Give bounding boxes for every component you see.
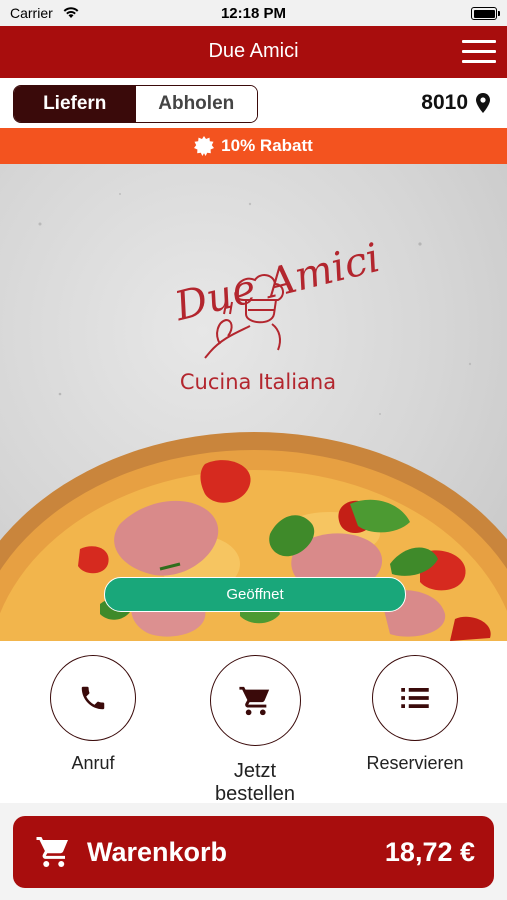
cart-footer: Warenkorb 18,72 €: [0, 803, 507, 900]
hero-image: Due Amici Cucina Italiana: [0, 193, 507, 641]
phone-icon: [81, 686, 105, 710]
call-label: Anruf: [71, 753, 115, 773]
delivery-mode-toggle: Liefern Abholen: [13, 85, 258, 123]
cart-button[interactable]: Warenkorb 18,72 €: [13, 816, 494, 888]
postal-code: 8010: [421, 91, 468, 114]
discount-badge-icon: [194, 136, 215, 156]
restaurant-logo: Due Amici Cucina Italiana: [169, 235, 384, 394]
reserve-button[interactable]: Reservieren: [365, 655, 465, 774]
status-bar: Carrier 12:18 PM: [0, 0, 507, 26]
delivery-mode-row: Liefern Abholen 8010: [0, 80, 507, 128]
nav-bar: Due Amici: [0, 26, 507, 78]
logo-script: Due Amici: [169, 235, 384, 330]
quick-actions: Anruf Jetzt bestellen Reservieren: [0, 641, 507, 806]
clock: 12:18 PM: [220, 5, 287, 22]
deliver-tab[interactable]: Liefern: [14, 86, 136, 122]
cart-icon: [36, 837, 68, 867]
cart-icon: [239, 686, 270, 715]
discount-text: 10% Rabatt: [221, 136, 313, 155]
list-icon: [401, 688, 429, 708]
reserve-label: Reservieren: [366, 753, 464, 773]
postal-code-selector[interactable]: 8010: [421, 91, 490, 115]
hero-banner: Due Amici Cucina Italiana Geöffnet: [0, 164, 507, 641]
reserve-button-circle: [372, 655, 458, 741]
location-pin-icon: [476, 93, 490, 113]
page-title: Due Amici: [208, 40, 299, 62]
hamburger-menu-icon[interactable]: [462, 40, 496, 64]
battery-icon: [471, 7, 500, 20]
pickup-tab[interactable]: Abholen: [135, 86, 257, 122]
order-now-button[interactable]: Jetzt bestellen: [194, 655, 316, 806]
logo-subtitle: Cucina Italiana: [180, 370, 336, 394]
call-button-circle: [50, 655, 136, 741]
open-status-badge: Geöffnet: [104, 577, 406, 612]
call-button[interactable]: Anruf: [50, 655, 136, 774]
order-button-circle: [209, 655, 301, 746]
discount-banner: 10% Rabatt: [0, 128, 507, 164]
order-now-label: Jetzt bestellen: [214, 760, 296, 805]
cart-total: 18,72 €: [384, 836, 475, 867]
cart-label: Warenkorb: [87, 836, 228, 867]
